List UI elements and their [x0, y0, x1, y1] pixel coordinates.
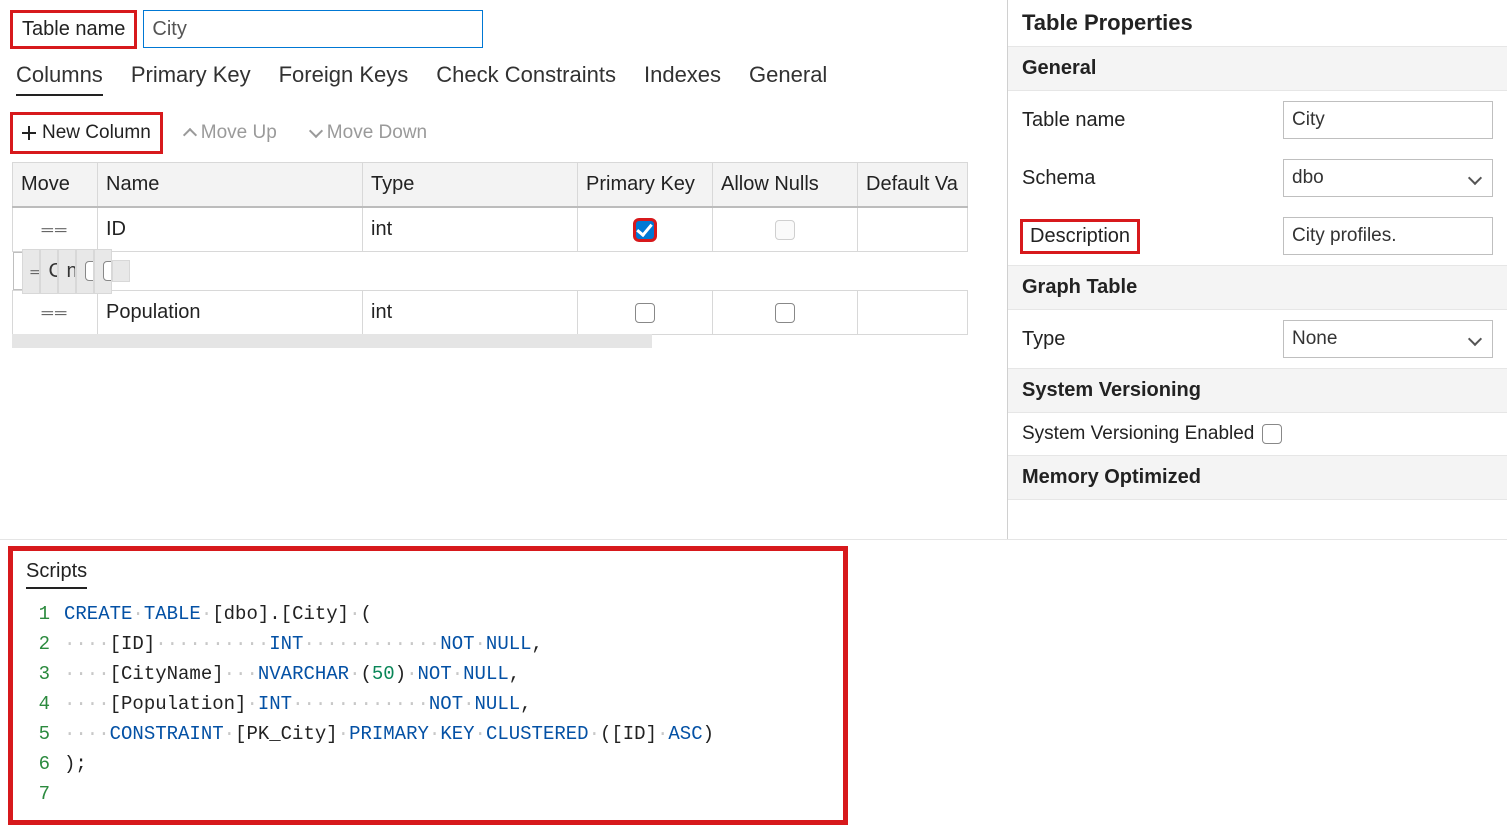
drag-handle[interactable]: ══	[13, 291, 98, 335]
prop-label-sv-enabled: System Versioning Enabled	[1022, 423, 1254, 445]
prop-select-type[interactable]: None	[1283, 320, 1493, 358]
grid-header-default[interactable]: Default Va	[858, 163, 968, 208]
properties-title: Table Properties	[1008, 10, 1507, 46]
table-row[interactable]: ══ Populationint	[13, 291, 968, 335]
cell-name[interactable]: CityName	[40, 249, 58, 294]
checkbox-primary-key[interactable]	[635, 303, 655, 323]
prop-checkbox-sv-enabled[interactable]	[1262, 424, 1282, 444]
cell-allow-nulls	[713, 291, 858, 335]
prop-select-type-value: None	[1292, 328, 1337, 350]
cell-type[interactable]: int	[363, 291, 578, 335]
grid-header-row: Move Name Type Primary Key Allow Nulls D…	[13, 163, 968, 208]
grid-header-move: Move	[13, 163, 98, 208]
tab-check-constraints[interactable]: Check Constraints	[436, 62, 616, 94]
drag-icon: ══	[42, 305, 69, 323]
prop-row-tablename: Table name	[1008, 91, 1507, 149]
scripts-title: Scripts	[26, 560, 87, 589]
table-name-input[interactable]	[143, 10, 483, 48]
prop-row-type: Type None	[1008, 310, 1507, 368]
scripts-pane: Scripts 1CREATE·TABLE·[dbo].[City]·(2···…	[0, 540, 1507, 831]
checkbox-primary-key[interactable]	[635, 220, 655, 240]
chevron-down-icon	[1468, 171, 1482, 185]
horizontal-scrollbar[interactable]	[12, 334, 652, 348]
prop-label-schema: Schema	[1022, 167, 1273, 190]
chevron-down-icon	[1468, 332, 1482, 346]
checkbox-primary-key[interactable]	[85, 261, 94, 281]
move-down-button[interactable]: Move Down	[301, 114, 437, 152]
columns-toolbar: New Column Move Up Move Down	[12, 114, 995, 152]
table-row[interactable]: ══CityNamenvarchar(50)	[13, 252, 98, 290]
plus-icon	[22, 126, 36, 140]
grid-header-type[interactable]: Type	[363, 163, 578, 208]
grid-header-primarykey[interactable]: Primary Key	[578, 163, 713, 208]
grid-header-name[interactable]: Name	[98, 163, 363, 208]
cell-allow-nulls	[713, 207, 858, 252]
checkbox-allow-nulls[interactable]	[775, 220, 795, 240]
cell-default[interactable]	[858, 207, 968, 252]
scripts-box: Scripts 1CREATE·TABLE·[dbo].[City]·(2···…	[12, 550, 844, 821]
cell-default[interactable]	[112, 260, 130, 282]
columns-grid: Move Name Type Primary Key Allow Nulls D…	[12, 162, 968, 335]
prop-row-sv-enabled: System Versioning Enabled	[1008, 413, 1507, 455]
table-row[interactable]: ══ IDint	[13, 207, 968, 252]
cell-primary-key	[578, 207, 713, 252]
cell-type[interactable]: nvarchar(50)	[58, 249, 76, 294]
table-name-row: Table name	[12, 10, 995, 48]
prop-input-tablename[interactable]	[1283, 101, 1493, 139]
prop-select-schema-value: dbo	[1292, 167, 1324, 189]
main-area: Table name Columns Primary Key Foreign K…	[0, 0, 1507, 540]
prop-row-description: Description	[1008, 207, 1507, 265]
section-graph: Graph Table	[1008, 265, 1507, 310]
app-root: Table name Columns Primary Key Foreign K…	[0, 0, 1507, 803]
prop-input-description[interactable]	[1283, 217, 1493, 255]
move-down-label: Move Down	[327, 122, 427, 144]
section-memory-optimized: Memory Optimized	[1008, 455, 1507, 500]
prop-label-description: Description	[1022, 221, 1273, 252]
prop-select-schema[interactable]: dbo	[1283, 159, 1493, 197]
designer-pane: Table name Columns Primary Key Foreign K…	[0, 0, 1007, 539]
drag-handle[interactable]: ══	[13, 207, 98, 252]
tab-columns[interactable]: Columns	[16, 62, 103, 96]
scripts-editor[interactable]: 1CREATE·TABLE·[dbo].[City]·(2····[ID]···…	[22, 599, 834, 809]
properties-pane: Table Properties General Table name Sche…	[1007, 0, 1507, 539]
tab-general[interactable]: General	[749, 62, 827, 94]
cell-primary-key	[76, 249, 94, 294]
chevron-down-icon	[309, 124, 323, 138]
tab-indexes[interactable]: Indexes	[644, 62, 721, 94]
new-column-label: New Column	[42, 122, 151, 144]
move-up-label: Move Up	[201, 122, 277, 144]
section-system-versioning: System Versioning	[1008, 368, 1507, 413]
section-general: General	[1008, 46, 1507, 91]
cell-name[interactable]: ID	[98, 207, 363, 252]
cell-name[interactable]: Population	[98, 291, 363, 335]
drag-icon: ══	[31, 264, 40, 282]
cell-primary-key	[578, 291, 713, 335]
prop-label-tablename: Table name	[1022, 109, 1273, 132]
tab-primary-key[interactable]: Primary Key	[131, 62, 251, 94]
tab-bar: Columns Primary Key Foreign Keys Check C…	[12, 62, 995, 96]
tab-foreign-keys[interactable]: Foreign Keys	[279, 62, 409, 94]
cell-type[interactable]: int	[363, 207, 578, 252]
grid-header-allownulls[interactable]: Allow Nulls	[713, 163, 858, 208]
cell-default[interactable]	[858, 291, 968, 335]
prop-row-schema: Schema dbo	[1008, 149, 1507, 207]
chevron-up-icon	[183, 128, 197, 142]
grid-body: ══IDint══CityNamenvarchar(50)══Populatio…	[13, 207, 968, 335]
checkbox-allow-nulls[interactable]	[775, 303, 795, 323]
new-column-button[interactable]: New Column	[12, 114, 161, 152]
drag-icon: ══	[42, 222, 69, 240]
table-name-label: Table name	[12, 12, 135, 47]
prop-label-type: Type	[1022, 328, 1273, 351]
cell-allow-nulls	[94, 249, 112, 294]
checkbox-allow-nulls[interactable]	[103, 261, 112, 281]
move-up-button[interactable]: Move Up	[175, 114, 287, 152]
drag-handle[interactable]: ══	[22, 249, 40, 294]
